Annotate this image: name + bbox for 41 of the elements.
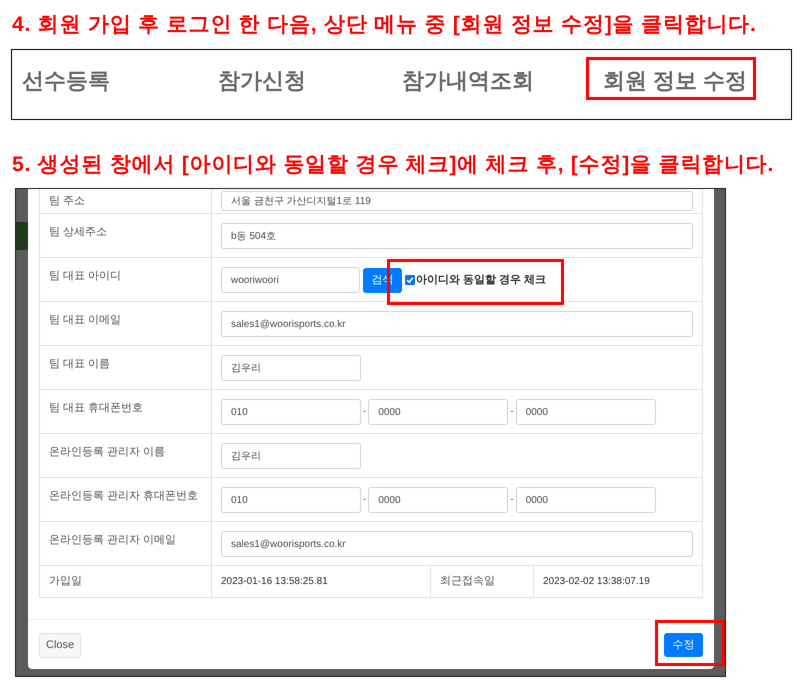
field-label: 온라인등록 관리자 휴대폰번호 [40, 478, 212, 521]
menu-item[interactable]: 선수등록 [22, 70, 110, 92]
field-label: 팀 상세주소 [40, 214, 212, 257]
checkbox[interactable] [405, 275, 415, 285]
field-label: 팀 대표 휴대폰번호 [40, 390, 212, 433]
step-heading: 4. 회원 가입 후 로그인 한 다음, 상단 메뉴 중 [회원 정보 수정]을 클릭합니다. [11, 13, 758, 37]
input-field[interactable]: 김우리 [221, 355, 361, 381]
field-label: 가입일 [40, 566, 212, 597]
input-field[interactable]: 010 [221, 487, 361, 513]
field-label: 최근접속일 [431, 566, 534, 597]
menu-item[interactable]: 참가신청 [218, 70, 306, 92]
step-heading: 5. 생성된 창에서 [아이디와 동일할 경우 체크]에 체크 후, [수정]을 클릭합니다. [11, 153, 776, 177]
input-field[interactable]: sales1@woorisports.co.kr [221, 531, 693, 557]
input-field[interactable]: b동 504호 [221, 223, 693, 249]
input-field[interactable]: 0000 [516, 399, 656, 425]
field-value: 2023-01-16 13:58:25.81 [212, 566, 431, 597]
field-label: 온라인등록 관리자 이메일 [40, 522, 212, 565]
dash-separator: - [510, 493, 514, 507]
input-field[interactable]: 0000 [516, 487, 656, 513]
field-label: 팀 대표 이름 [40, 346, 212, 389]
close-button[interactable]: Close [39, 632, 82, 658]
menu-item[interactable]: 회원 정보 수정 [603, 70, 748, 92]
dash-separator: - [510, 405, 514, 419]
input-field[interactable]: wooriwoori [221, 267, 360, 293]
input-field[interactable]: 0000 [368, 487, 508, 513]
checkbox-label: 아이디와 동일할 경우 체크 [416, 273, 546, 287]
field-label: 팀 대표 이메일 [40, 302, 212, 345]
field-label: 팀 대표 아이디 [40, 258, 212, 301]
field-label: 팀 주소 [40, 189, 212, 213]
dash-separator: - [363, 405, 366, 419]
field-value: 2023-02-02 13:38:07.19 [542, 575, 651, 589]
input-field[interactable]: 0000 [368, 399, 508, 425]
field-label: 온라인등록 관리자 이름 [40, 434, 212, 477]
input-field[interactable]: sales1@woorisports.co.kr [221, 311, 693, 337]
edit-button[interactable]: 수정 [664, 633, 703, 658]
input-field[interactable]: 서울 금천구 가산디지털1로 119 [221, 191, 693, 211]
banner-strip [16, 222, 28, 250]
menu-item[interactable]: 참가내역조회 [402, 70, 534, 92]
dash-separator: - [363, 493, 366, 507]
input-field[interactable]: 010 [221, 399, 361, 425]
input-field[interactable]: 김우리 [221, 443, 361, 469]
